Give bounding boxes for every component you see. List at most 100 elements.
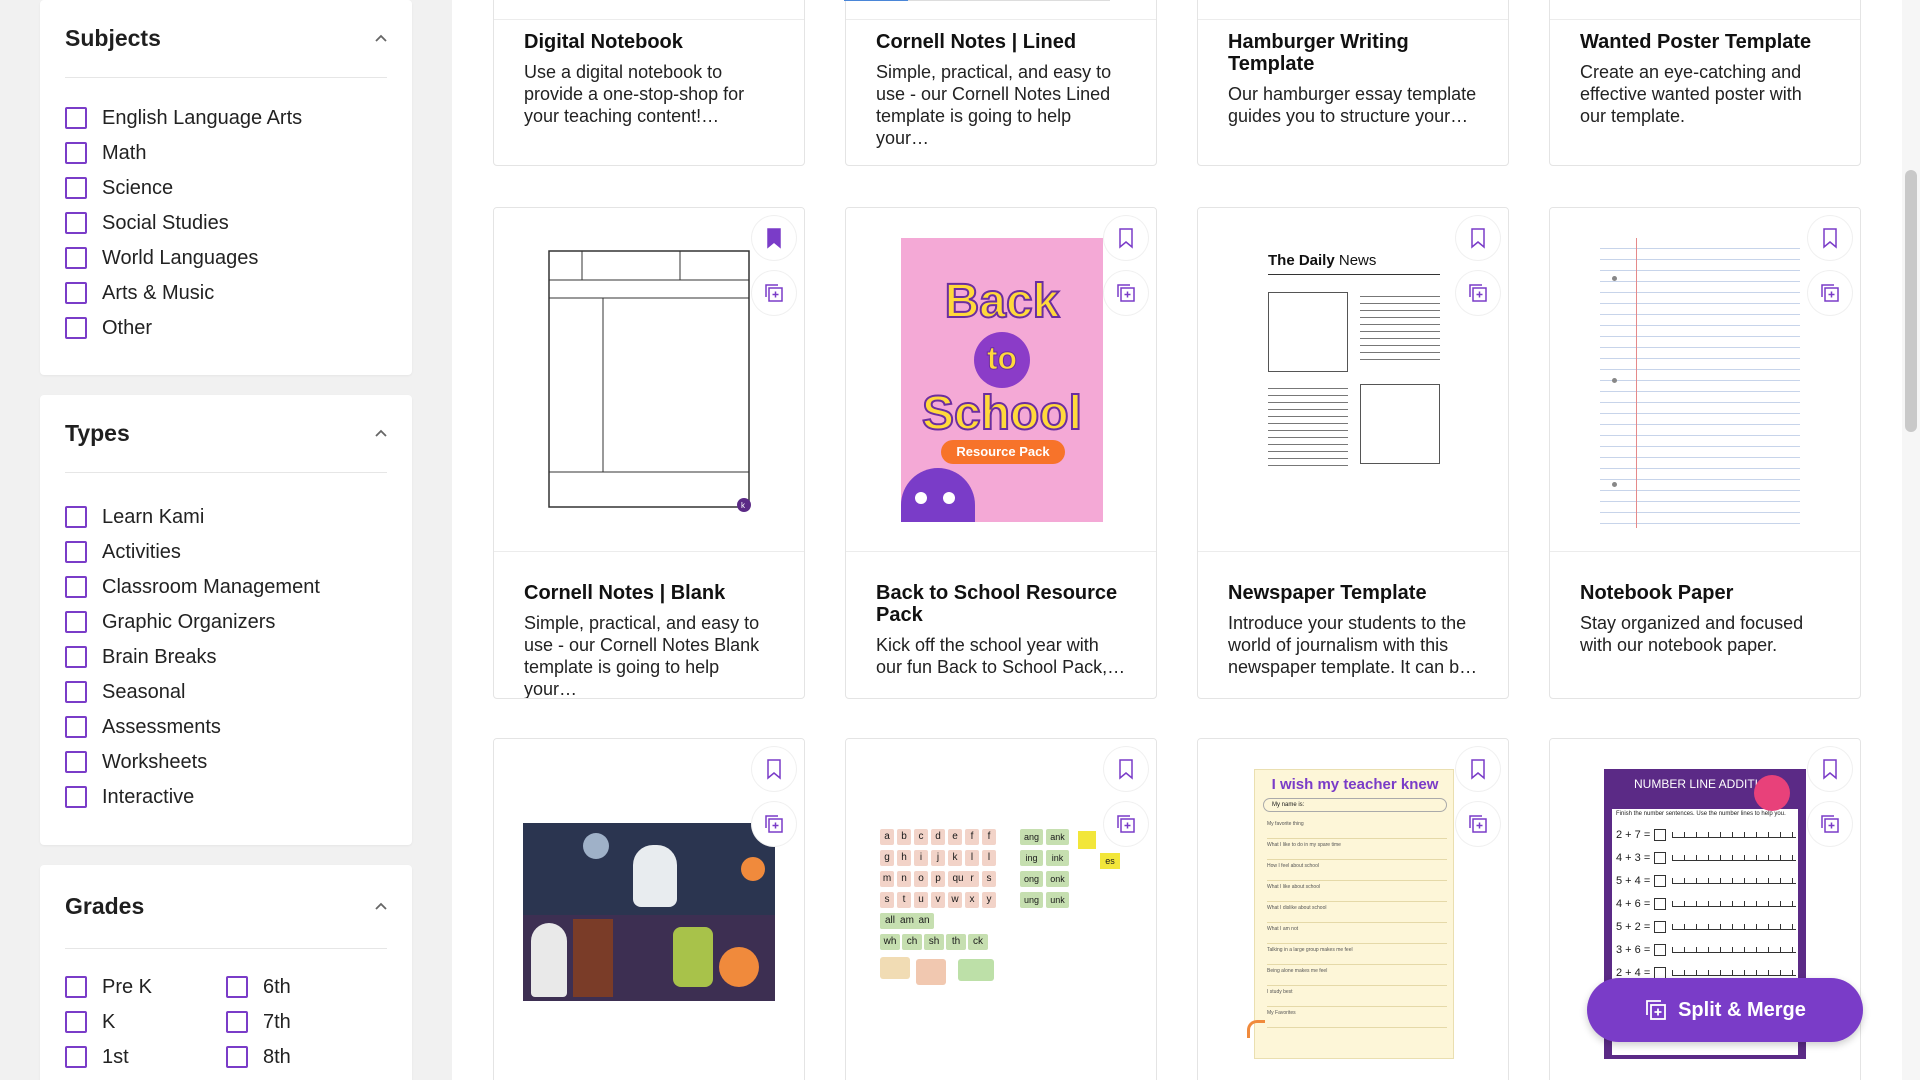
phonics-tile: n: [897, 871, 911, 887]
filter-option[interactable]: Brain Breaks: [65, 642, 217, 672]
filter-option[interactable]: Arts & Music: [65, 278, 214, 308]
template-card[interactable]: The Daily News Newspaper Template Introd…: [1197, 207, 1509, 699]
checkbox[interactable]: [65, 611, 87, 633]
checkbox[interactable]: [65, 107, 87, 129]
filter-option[interactable]: Math: [65, 138, 146, 168]
template-thumbnail: abcdeffghijkllmnopqursstuvwxyzallamanwhc…: [846, 739, 1156, 1080]
template-card[interactable]: Back to School Resource Pack Back to Sch…: [845, 207, 1157, 699]
checkbox[interactable]: [226, 976, 248, 998]
template-card[interactable]: Cornell Notes | Lined Simple, practical,…: [844, 0, 1157, 166]
card-description: Simple, practical, and easy to use - our…: [524, 613, 760, 699]
phonics-tile: x: [965, 892, 979, 908]
number-line-row: 5 + 2 =: [1616, 915, 1796, 938]
filter-option[interactable]: Learn Kami: [65, 502, 204, 532]
filter-option[interactable]: Assessments: [65, 712, 221, 742]
split-merge-button[interactable]: Split & Merge: [1587, 978, 1863, 1042]
template-thumbnail: The Daily News: [1198, 208, 1508, 552]
phonics-tile: ch: [902, 934, 922, 950]
filter-option-label: Seasonal: [102, 680, 186, 703]
card-title: Back to School Resource Pack: [876, 582, 1118, 626]
checkbox[interactable]: [65, 506, 87, 528]
template-card[interactable]: Digital Notebook Use a digital notebook …: [493, 0, 805, 166]
filter-option[interactable]: Other: [65, 313, 152, 343]
wish-prompt: What I like about school: [1267, 881, 1447, 902]
add-to-copy-icon[interactable]: [752, 802, 796, 846]
checkbox[interactable]: [65, 282, 87, 304]
checkbox[interactable]: [65, 541, 87, 563]
phonics-tile: ank: [1046, 829, 1069, 845]
filter-option[interactable]: World Languages: [65, 243, 258, 273]
filter-option[interactable]: 7th: [226, 1007, 291, 1037]
checkbox[interactable]: [65, 247, 87, 269]
filter-option-label: Worksheets: [102, 750, 208, 773]
template-card[interactable]: k Cornell Notes | Blank Simple, practica…: [493, 207, 805, 699]
filter-option[interactable]: Interactive: [65, 782, 194, 812]
card-description: Introduce your students to the world of …: [1228, 613, 1478, 677]
filter-option[interactable]: 6th: [226, 972, 291, 1002]
add-to-copy-icon[interactable]: [1808, 271, 1852, 315]
wish-prompt: What I am not: [1267, 923, 1447, 944]
checkbox[interactable]: [65, 317, 87, 339]
add-to-copy-icon[interactable]: [1104, 271, 1148, 315]
filter-option[interactable]: 1st: [65, 1042, 129, 1072]
checkbox[interactable]: [65, 716, 87, 738]
bookmark-icon[interactable]: [1104, 747, 1148, 791]
checkbox[interactable]: [226, 1011, 248, 1033]
grades-panel: Grades Pre K K 1st 6th 7th 8th: [40, 865, 412, 1080]
phonics-tile: l: [965, 850, 979, 866]
card-title: Cornell Notes | Blank: [524, 582, 726, 604]
filter-option[interactable]: Seasonal: [65, 677, 185, 707]
chevron-up-icon[interactable]: [373, 31, 389, 47]
types-header[interactable]: Types: [65, 395, 387, 473]
template-card[interactable]: I wish my teacher knew My name is: My fa…: [1197, 738, 1509, 1080]
checkbox[interactable]: [65, 1046, 87, 1068]
bookmark-icon[interactable]: [1456, 747, 1500, 791]
scrollbar-thumb[interactable]: [1905, 170, 1917, 432]
filter-option[interactable]: Classroom Management: [65, 572, 320, 602]
checkbox[interactable]: [226, 1046, 248, 1068]
filter-option[interactable]: Social Studies: [65, 208, 229, 238]
checkbox[interactable]: [65, 212, 87, 234]
add-to-copy-icon[interactable]: [1456, 271, 1500, 315]
bookmark-icon[interactable]: [1808, 747, 1852, 791]
bookmark-icon[interactable]: [1456, 216, 1500, 260]
add-to-copy-icon[interactable]: [1456, 802, 1500, 846]
filter-option[interactable]: Science: [65, 173, 173, 203]
checkbox[interactable]: [65, 786, 87, 808]
template-card[interactable]: Notebook Paper Stay organized and focuse…: [1549, 207, 1861, 699]
filter-option[interactable]: Pre K: [65, 972, 152, 1002]
template-card[interactable]: Hamburger Writing Template Our hamburger…: [1197, 0, 1509, 166]
filter-option[interactable]: Graphic Organizers: [65, 607, 275, 637]
template-card[interactable]: abcdeffghijkllmnopqursstuvwxyzallamanwhc…: [845, 738, 1157, 1080]
bookmark-icon[interactable]: [1104, 216, 1148, 260]
add-to-copy-icon[interactable]: [1104, 802, 1148, 846]
checkbox[interactable]: [65, 646, 87, 668]
filter-option[interactable]: Worksheets: [65, 747, 207, 777]
template-card[interactable]: [493, 738, 805, 1080]
filter-option[interactable]: English Language Arts: [65, 103, 302, 133]
filter-option[interactable]: 8th: [226, 1042, 291, 1072]
checkbox[interactable]: [65, 576, 87, 598]
checkbox[interactable]: [65, 177, 87, 199]
grades-header[interactable]: Grades: [65, 865, 387, 949]
checkbox[interactable]: [65, 976, 87, 998]
bookmark-icon[interactable]: [752, 216, 796, 260]
checkbox[interactable]: [65, 142, 87, 164]
add-to-copy-icon[interactable]: [752, 271, 796, 315]
card-description: Simple, practical, and easy to use - our…: [876, 62, 1112, 148]
bookmark-icon[interactable]: [752, 747, 796, 791]
phonics-tile: b: [897, 829, 911, 845]
checkbox[interactable]: [65, 681, 87, 703]
add-to-copy-icon[interactable]: [1808, 802, 1852, 846]
scrollbar[interactable]: [1902, 0, 1920, 1080]
template-card[interactable]: Wanted Poster Template Create an eye-cat…: [1549, 0, 1861, 166]
checkbox[interactable]: [65, 1011, 87, 1033]
chevron-up-icon[interactable]: [373, 899, 389, 915]
checkbox[interactable]: [65, 751, 87, 773]
filter-option[interactable]: Activities: [65, 537, 181, 567]
bookmark-icon[interactable]: [1808, 216, 1852, 260]
filter-option[interactable]: K: [65, 1007, 115, 1037]
card-description: Use a digital notebook to provide a one-…: [524, 62, 745, 126]
chevron-up-icon[interactable]: [373, 426, 389, 442]
subjects-header[interactable]: Subjects: [65, 0, 387, 78]
